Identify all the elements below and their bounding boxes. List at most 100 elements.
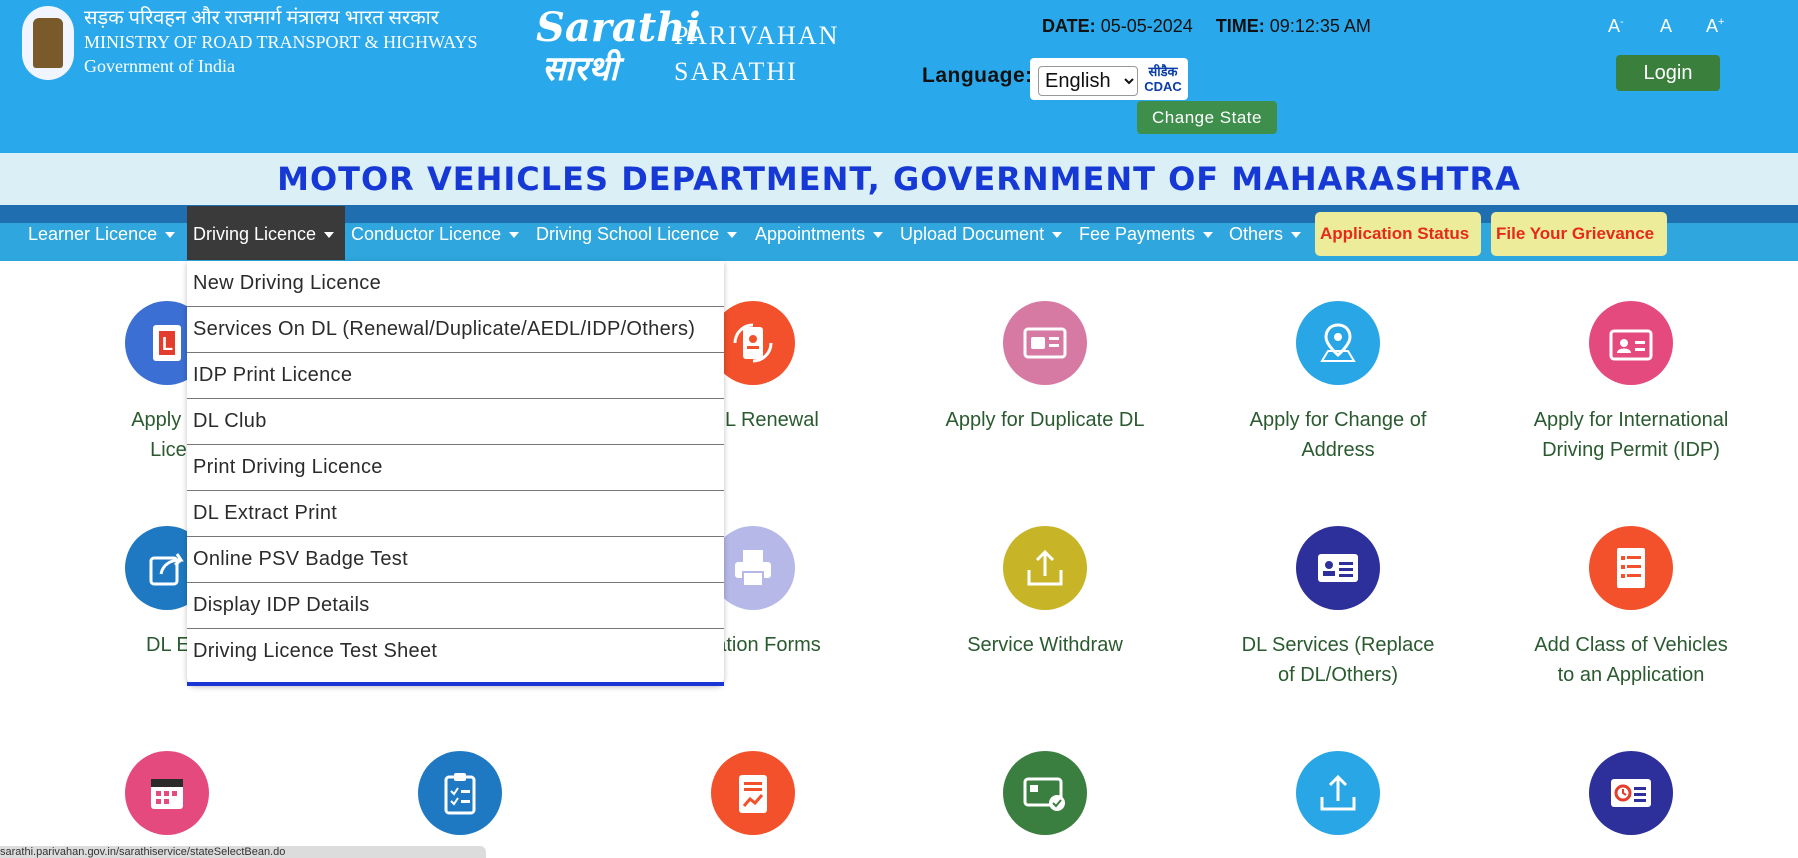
driving-licence-dropdown: New Driving Licence Services On DL (Rene… xyxy=(187,261,724,685)
language-label: Language: xyxy=(922,64,1033,87)
browser-status-bar: sarathi.parivahan.gov.in/sarathiservice/… xyxy=(0,846,486,858)
card-label-line: Driving Permit (IDP) xyxy=(1542,439,1720,461)
nav-appointments[interactable]: Appointments xyxy=(755,206,884,260)
card-label-line: Add Class of Vehicles xyxy=(1534,634,1728,656)
dl-card-icon[interactable] xyxy=(1296,526,1380,610)
language-select[interactable]: English xyxy=(1038,66,1138,96)
id-card-icon[interactable] xyxy=(1589,301,1673,385)
department-banner: MOTOR VEHICLES DEPARTMENT, GOVERNMENT OF… xyxy=(0,153,1798,205)
sarathi-logo-devanagari: सारथी xyxy=(542,49,619,89)
font-normal-letter: A xyxy=(1660,16,1673,36)
nav-label: Driving School Licence xyxy=(536,224,720,244)
upload-icon[interactable] xyxy=(1296,751,1380,835)
brand-line-parivahan: PARIVAHAN xyxy=(674,21,840,50)
card-label-line: Apply for International xyxy=(1533,409,1729,431)
font-increase-button[interactable]: A+ xyxy=(1706,16,1724,37)
date-time-display: DATE: 05-05-2024 TIME: 09:12:35 AM xyxy=(1042,16,1371,37)
card-change-address-label[interactable]: Apply for Change of Address xyxy=(1198,405,1478,465)
application-status-button[interactable]: Application Status xyxy=(1315,212,1481,256)
government-of-india: Government of India xyxy=(84,56,235,76)
cdac-hindi: सीडैक xyxy=(1148,64,1178,79)
ministry-english: MINISTRY OF ROAD TRANSPORT & HIGHWAYS xyxy=(84,32,478,52)
brand-line-sarathi: SARATHI xyxy=(674,57,798,86)
change-state-button[interactable]: Change State xyxy=(1137,101,1277,134)
card-duplicate-dl-label[interactable]: Apply for Duplicate DL xyxy=(905,405,1185,435)
nav-fee-payments[interactable]: Fee Payments xyxy=(1079,206,1214,260)
menu-item-dl-club[interactable]: DL Club xyxy=(187,399,724,445)
upload-box-icon[interactable] xyxy=(1003,526,1087,610)
ministry-hindi: सड़क परिवहन और राजमार्ग मंत्रालय भारत सर… xyxy=(84,7,439,29)
menu-item-services-on-dl[interactable]: Services On DL (Renewal/Duplicate/AEDL/I… xyxy=(187,307,724,353)
report-icon[interactable] xyxy=(711,751,795,835)
nav-driving-licence[interactable]: Driving Licence xyxy=(187,206,345,260)
chevron-down-icon xyxy=(727,232,738,239)
nav-label: Appointments xyxy=(755,224,866,244)
font-increase-letter: A xyxy=(1706,16,1719,36)
brand-name: PARIVAHAN SARATHI xyxy=(674,18,839,90)
nav-label: Learner Licence xyxy=(28,224,158,244)
card-label-line: Apply for Change of xyxy=(1249,409,1427,431)
menu-item-idp-print-licence[interactable]: IDP Print Licence xyxy=(187,353,724,399)
menu-item-dl-extract-print[interactable]: DL Extract Print xyxy=(187,491,724,537)
chevron-down-icon xyxy=(1052,232,1063,239)
card-label-line: Service Withdraw xyxy=(967,634,1123,656)
duplicate-dl-icon[interactable] xyxy=(1003,301,1087,385)
date-label: DATE: xyxy=(1042,16,1096,36)
time-label: TIME: xyxy=(1215,16,1265,36)
clipboard-check-icon[interactable] xyxy=(418,751,502,835)
font-decrease-button[interactable]: A- xyxy=(1608,16,1624,37)
card-label-line: of DL/Others) xyxy=(1277,664,1399,686)
checklist-icon[interactable] xyxy=(1589,526,1673,610)
chevron-down-icon xyxy=(509,232,520,239)
font-normal-button[interactable]: A xyxy=(1660,16,1672,37)
file-grievance-button[interactable]: File Your Grievance xyxy=(1491,212,1667,256)
chevron-down-icon xyxy=(1203,232,1214,239)
national-emblem-logo xyxy=(22,6,74,80)
nav-label: Conductor Licence xyxy=(351,224,502,244)
nav-label: Driving Licence xyxy=(193,224,317,244)
location-pin-icon[interactable] xyxy=(1296,301,1380,385)
nav-others[interactable]: Others xyxy=(1229,206,1302,260)
menu-item-online-psv-badge-test[interactable]: Online PSV Badge Test xyxy=(187,537,724,583)
cdac-logo: सीडैक CDAC xyxy=(1142,64,1184,96)
status-url: sarathi.parivahan.gov.in/sarathiservice/… xyxy=(0,846,286,858)
font-decrease-letter: A xyxy=(1608,16,1621,36)
nav-driving-school-licence[interactable]: Driving School Licence xyxy=(536,206,738,260)
card-label-line: to an Application xyxy=(1557,664,1705,686)
svg-text:L: L xyxy=(162,334,173,354)
time-value: 09:12:35 AM xyxy=(1269,16,1371,36)
font-increase-sign: + xyxy=(1718,16,1725,28)
nav-learner-licence[interactable]: Learner Licence xyxy=(28,206,176,260)
cdac-english: CDAC xyxy=(1144,79,1182,94)
nav-label: Fee Payments xyxy=(1079,224,1196,244)
font-decrease-sign: - xyxy=(1620,16,1624,28)
card-label-line: DL Services (Replace xyxy=(1241,634,1435,656)
chevron-down-icon xyxy=(324,232,335,239)
login-button[interactable]: Login xyxy=(1616,55,1720,91)
card-service-withdraw-label[interactable]: Service Withdraw xyxy=(905,630,1185,660)
nav-label: Upload Document xyxy=(900,224,1045,244)
card-label-line: Address xyxy=(1301,439,1375,461)
menu-item-display-idp-details[interactable]: Display IDP Details xyxy=(187,583,724,629)
nav-label: Others xyxy=(1229,224,1284,244)
payment-card-icon[interactable] xyxy=(1003,751,1087,835)
department-title: MOTOR VEHICLES DEPARTMENT, GOVERNMENT OF… xyxy=(277,160,1521,198)
menu-item-print-driving-licence[interactable]: Print Driving Licence xyxy=(187,445,724,491)
date-value: 05-05-2024 xyxy=(1100,16,1193,36)
menu-item-driving-licence-test-sheet[interactable]: Driving Licence Test Sheet xyxy=(187,629,724,675)
nav-upload-document[interactable]: Upload Document xyxy=(900,206,1063,260)
chevron-down-icon xyxy=(873,232,884,239)
ministry-title-block: सड़क परिवहन और राजमार्ग मंत्रालय भारत सर… xyxy=(84,6,478,78)
time-card-icon[interactable] xyxy=(1589,751,1673,835)
card-add-class-label[interactable]: Add Class of Vehicles to an Application xyxy=(1491,630,1771,690)
nav-conductor-licence[interactable]: Conductor Licence xyxy=(351,206,520,260)
menu-item-new-driving-licence[interactable]: New Driving Licence xyxy=(187,261,724,307)
card-label-line: Apply for Duplicate DL xyxy=(945,409,1145,431)
chevron-down-icon xyxy=(1291,232,1302,239)
calendar-icon[interactable] xyxy=(125,751,209,835)
dropdown-bottom-border xyxy=(187,682,724,686)
chevron-down-icon xyxy=(165,232,176,239)
card-dl-services-label[interactable]: DL Services (Replace of DL/Others) xyxy=(1198,630,1478,690)
card-idp-label[interactable]: Apply for International Driving Permit (I… xyxy=(1491,405,1771,465)
sarathi-logo: Sarathi सारथी xyxy=(536,4,701,90)
